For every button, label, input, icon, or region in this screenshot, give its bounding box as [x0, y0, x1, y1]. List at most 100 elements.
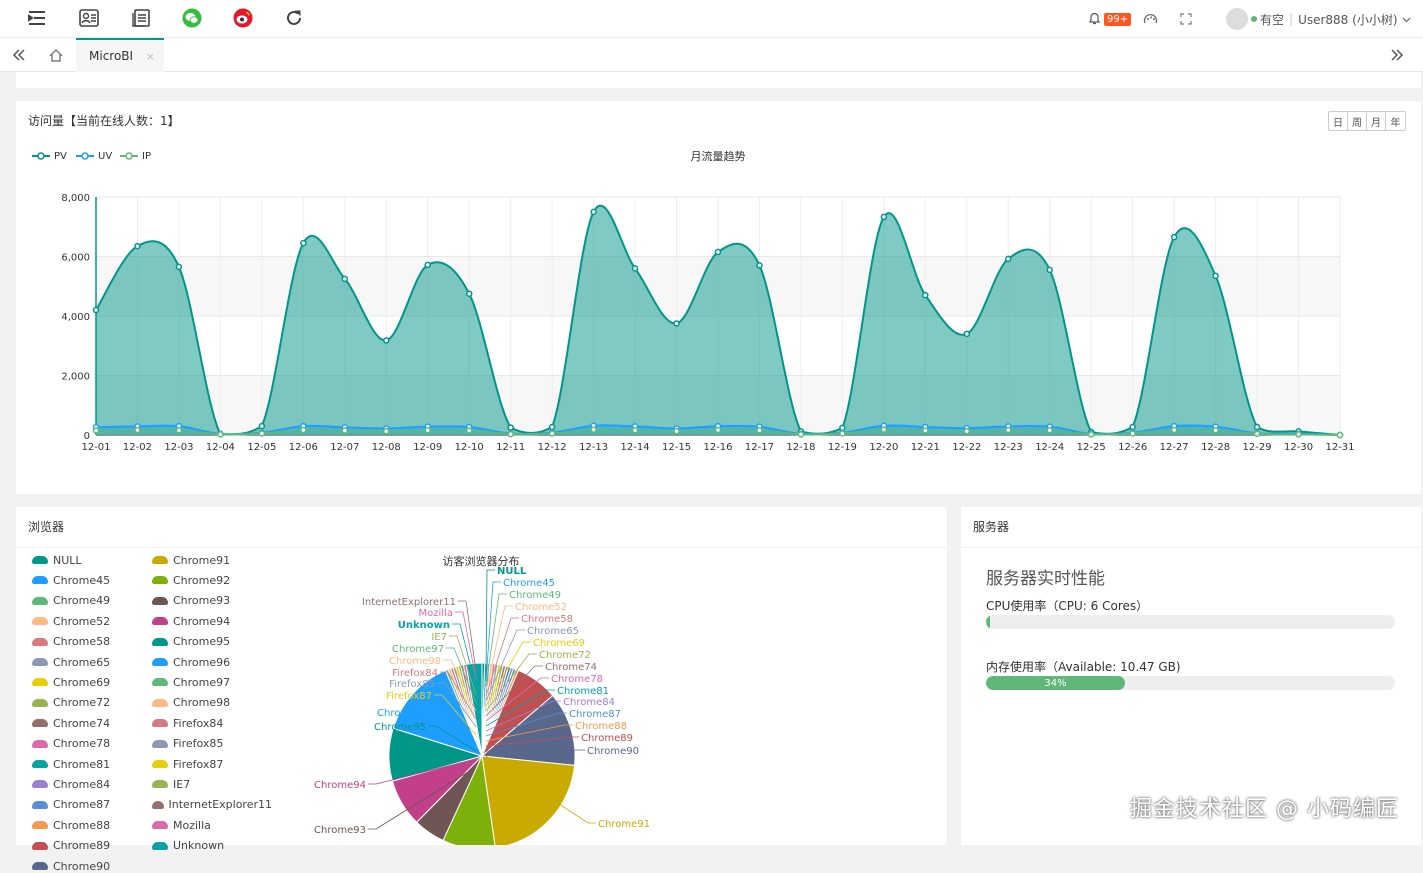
- memory-label: 内存使用率（Available: 10.47 GB): [986, 658, 1181, 675]
- slice-label: Chrome95: [374, 722, 426, 733]
- weibo-icon[interactable]: [230, 6, 256, 30]
- data-point: [301, 427, 306, 432]
- period-year-button[interactable]: 年: [1386, 112, 1405, 130]
- memory-progress: 34%: [986, 676, 1395, 690]
- slice-label: Chrome98: [389, 656, 441, 667]
- data-point: [176, 264, 181, 269]
- cpu-label: CPU使用率（CPU: 6 Cores）: [986, 597, 1148, 614]
- x-tick-label: 12-05: [247, 442, 276, 453]
- slice-label: Firefox85: [389, 679, 435, 690]
- slice-label: Chrome93: [314, 825, 366, 836]
- data-point: [964, 429, 969, 434]
- legend-label: UV: [98, 151, 112, 162]
- data-point: [1089, 432, 1094, 437]
- data-point: [425, 428, 430, 433]
- cpu-progress-text: 1%: [986, 617, 987, 628]
- data-point: [1006, 427, 1011, 432]
- legend-label: IP: [142, 151, 151, 162]
- legend-swatch: [32, 862, 48, 870]
- tab-microbi[interactable]: MicroBI ×: [76, 38, 164, 72]
- period-week-button[interactable]: 周: [1348, 112, 1367, 130]
- legend-item[interactable]: Chrome90: [32, 859, 152, 873]
- slice-label: Chrome78: [551, 674, 603, 685]
- theme-icon[interactable]: [1143, 0, 1158, 38]
- home-icon[interactable]: [43, 43, 69, 67]
- divider: [961, 547, 1421, 548]
- period-switch: 日 周 月 年: [1328, 111, 1406, 131]
- notification[interactable]: 99+: [1088, 0, 1131, 38]
- data-point: [384, 429, 389, 434]
- notification-badge: 99+: [1104, 13, 1131, 26]
- scroll-right-icon[interactable]: [1384, 43, 1410, 67]
- top-card-remnant: [16, 72, 1421, 88]
- data-point: [840, 431, 845, 436]
- top-bar: 99+ 有空 | User888 (小小树): [0, 0, 1423, 38]
- slice-label: Chrome91: [598, 819, 650, 830]
- y-tick-label: 8,000: [61, 193, 90, 204]
- data-point: [425, 262, 430, 267]
- notes-icon[interactable]: [128, 6, 154, 30]
- data-point: [757, 428, 762, 433]
- period-day-button[interactable]: 日: [1329, 112, 1348, 130]
- period-month-button[interactable]: 月: [1367, 112, 1386, 130]
- data-point: [1255, 431, 1260, 436]
- slice-label: Chrome89: [581, 733, 633, 744]
- legend-marker: [38, 153, 44, 159]
- memory-progress-text: 34%: [1044, 678, 1066, 689]
- refresh-icon[interactable]: [281, 6, 307, 30]
- fullscreen-icon[interactable]: [1180, 0, 1192, 38]
- data-point: [923, 293, 928, 298]
- slice-label: Chrome90: [587, 746, 639, 757]
- x-tick-label: 12-31: [1325, 442, 1354, 453]
- chevron-down-icon: [1402, 12, 1411, 26]
- data-point: [508, 432, 513, 437]
- y-tick-label: 6,000: [61, 253, 90, 264]
- data-point: [218, 432, 223, 437]
- x-tick-label: 12-30: [1284, 442, 1313, 453]
- slice-label: IE7: [431, 632, 447, 643]
- slice-label: Chrome94: [314, 780, 366, 791]
- data-point: [1172, 427, 1177, 432]
- x-tick-label: 12-11: [496, 442, 525, 453]
- x-tick-label: 12-18: [786, 442, 815, 453]
- bell-icon[interactable]: [1088, 11, 1101, 28]
- x-tick-label: 12-16: [703, 442, 732, 453]
- slice-label: Chrome65: [527, 626, 579, 637]
- contacts-icon[interactable]: [76, 6, 102, 30]
- data-point: [467, 428, 472, 433]
- slice-label: Mozilla: [419, 608, 453, 619]
- chart-title: 月流量趋势: [691, 149, 746, 163]
- leader-line: [458, 601, 476, 671]
- divider: |: [1289, 12, 1293, 26]
- data-point: [757, 263, 762, 268]
- data-point: [384, 338, 389, 343]
- x-tick-label: 12-06: [289, 442, 318, 453]
- data-point: [1213, 428, 1218, 433]
- data-point: [550, 431, 555, 436]
- slice-label: Chrome52: [515, 602, 567, 613]
- x-tick-label: 12-13: [579, 442, 608, 453]
- scroll-left-icon[interactable]: [6, 43, 32, 67]
- x-tick-label: 12-03: [164, 442, 193, 453]
- user-menu[interactable]: 有空 | User888 (小小树): [1226, 0, 1411, 38]
- legend-marker: [126, 153, 132, 159]
- x-tick-label: 12-23: [994, 442, 1023, 453]
- data-point: [135, 427, 140, 432]
- data-point: [633, 428, 638, 433]
- data-point: [1006, 256, 1011, 261]
- x-tick-label: 12-14: [621, 442, 650, 453]
- tab-bar: MicroBI ×: [0, 38, 1423, 72]
- slice-label: Chrome87: [569, 709, 621, 720]
- watermark: 掘金技术社区 @ 小码编匠: [1130, 791, 1399, 823]
- x-tick-label: 12-19: [828, 442, 857, 453]
- menu-icon[interactable]: [24, 6, 50, 30]
- data-point: [508, 425, 513, 430]
- x-tick-label: 12-24: [1035, 442, 1064, 453]
- data-point: [467, 291, 472, 296]
- legend-item: PV: [32, 151, 67, 162]
- data-point: [259, 431, 264, 436]
- close-icon[interactable]: ×: [146, 50, 155, 63]
- x-tick-label: 12-10: [455, 442, 484, 453]
- wechat-icon[interactable]: [179, 6, 205, 30]
- data-point: [716, 250, 721, 255]
